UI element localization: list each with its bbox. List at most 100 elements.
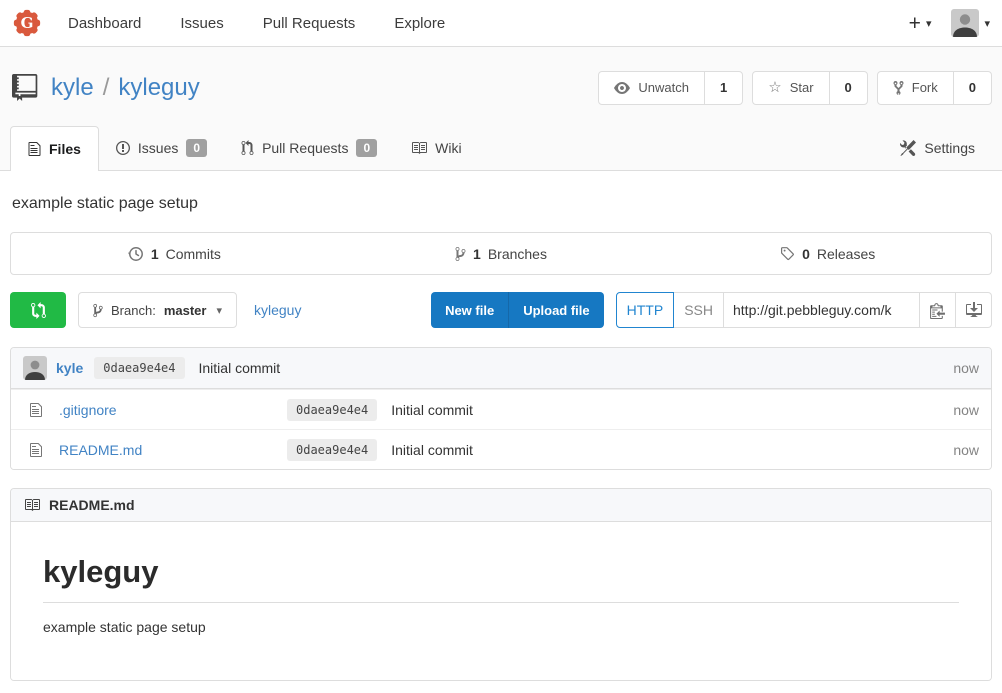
eye-icon — [614, 80, 630, 96]
tag-icon — [780, 246, 795, 261]
copy-clone-url-button[interactable] — [920, 292, 956, 328]
star-label: Star — [790, 80, 814, 95]
file-commit-time: now — [953, 442, 979, 458]
watch-button-group: Unwatch 1 — [598, 71, 743, 105]
repo-header: kyle / kyleguy Unwatch 1 ☆ Star 0 — [0, 47, 1002, 171]
git-compare-icon — [31, 302, 46, 319]
book-icon — [411, 140, 427, 156]
nav-explore[interactable]: Explore — [394, 15, 445, 32]
stars-count[interactable]: 0 — [829, 72, 867, 104]
tools-icon — [900, 140, 916, 156]
branch-dropdown[interactable]: Branch: master ▾ — [78, 292, 237, 328]
tab-wiki[interactable]: Wiki — [394, 126, 478, 170]
readme-heading: kyleguy — [43, 554, 959, 603]
download-archive-button[interactable] — [956, 292, 992, 328]
repo-tab-bar: Files Issues 0 Pull Requests 0 Wiki — [0, 127, 1002, 171]
readme-content: kyleguy example static page setup — [11, 522, 991, 680]
unwatch-button[interactable]: Unwatch — [599, 72, 704, 104]
history-icon — [128, 246, 144, 262]
commit-time: now — [953, 360, 979, 376]
repo-title-separator: / — [103, 74, 110, 102]
fork-button[interactable]: Fork — [878, 72, 953, 104]
repo-stats-bar: 1 Commits 1 Branches 0 Releases — [10, 232, 992, 275]
clipboard-icon — [930, 302, 945, 319]
commits-stat[interactable]: 1 Commits — [11, 233, 338, 274]
tab-files-label: Files — [49, 141, 81, 157]
star-button-group: ☆ Star 0 — [752, 71, 868, 105]
svg-text:G: G — [21, 14, 34, 32]
tab-pull-requests[interactable]: Pull Requests 0 — [224, 126, 394, 170]
clone-controls: New file Upload file HTTP SSH — [431, 292, 992, 328]
repo-action-buttons: Unwatch 1 ☆ Star 0 Fork 0 — [598, 71, 992, 105]
nav-dashboard[interactable]: Dashboard — [68, 15, 141, 32]
commits-count: 1 — [151, 246, 159, 262]
watchers-count[interactable]: 1 — [704, 72, 742, 104]
branch-label: Branch: — [111, 303, 156, 318]
file-row: .gitignore 0daea9e4e4 Initial commit now — [11, 389, 991, 429]
book-icon — [24, 497, 40, 513]
tab-issues[interactable]: Issues 0 — [99, 126, 224, 170]
repo-path-link[interactable]: kyleguy — [254, 302, 301, 318]
tab-files[interactable]: Files — [10, 126, 99, 171]
file-icon — [30, 442, 42, 458]
http-protocol-toggle[interactable]: HTTP — [616, 292, 675, 328]
issue-opened-icon — [116, 140, 130, 156]
repo-description: example static page setup — [12, 195, 990, 213]
readme-header: README.md — [11, 489, 991, 522]
git-pull-request-icon — [241, 140, 254, 156]
file-commit-time: now — [953, 402, 979, 418]
file-name-link[interactable]: .gitignore — [59, 402, 287, 418]
releases-count: 0 — [802, 246, 810, 262]
repo-name-link[interactable]: kyleguy — [118, 74, 199, 102]
releases-stat[interactable]: 0 Releases — [664, 233, 991, 274]
branches-stat[interactable]: 1 Branches — [338, 233, 665, 274]
star-icon: ☆ — [768, 80, 781, 95]
commit-author-link[interactable]: kyle — [56, 360, 83, 376]
branches-label: Branches — [488, 246, 547, 262]
create-new-icon[interactable]: + — [909, 13, 921, 34]
commits-label: Commits — [166, 246, 221, 262]
file-list: kyle 0daea9e4e4 Initial commit now .giti… — [10, 347, 992, 470]
fork-label: Fork — [912, 80, 938, 95]
ssh-protocol-toggle[interactable]: SSH — [674, 292, 724, 328]
branch-name: master — [164, 303, 207, 318]
create-new-caret-icon[interactable]: ▾ — [926, 17, 932, 30]
releases-label: Releases — [817, 246, 875, 262]
user-menu-caret-icon[interactable]: ▾ — [984, 17, 990, 30]
top-navbar: G Dashboard Issues Pull Requests Explore… — [0, 0, 1002, 47]
compare-button[interactable] — [10, 292, 66, 328]
upload-file-button[interactable]: Upload file — [508, 292, 603, 328]
tab-settings-label: Settings — [924, 140, 975, 156]
star-button[interactable]: ☆ Star — [753, 72, 828, 104]
user-avatar[interactable] — [951, 9, 979, 37]
fork-icon — [893, 80, 904, 96]
tab-settings[interactable]: Settings — [883, 126, 992, 170]
repo-controls-row: Branch: master ▾ kyleguy New file Upload… — [10, 292, 992, 328]
commit-author-avatar[interactable] — [23, 356, 47, 380]
gogs-logo-icon[interactable]: G — [12, 8, 42, 38]
repo-owner-link[interactable]: kyle — [51, 74, 94, 102]
nav-issues[interactable]: Issues — [180, 15, 223, 32]
file-commit-message[interactable]: Initial commit — [391, 442, 473, 458]
clone-url-input[interactable] — [724, 292, 920, 328]
git-branch-icon — [455, 246, 466, 262]
readme-paragraph: example static page setup — [43, 619, 959, 635]
clone-url-group: HTTP SSH — [616, 292, 992, 328]
pull-requests-count-badge: 0 — [356, 139, 377, 157]
file-name-link[interactable]: README.md — [59, 442, 287, 458]
unwatch-label: Unwatch — [638, 80, 689, 95]
repo-title-row: kyle / kyleguy Unwatch 1 ☆ Star 0 — [0, 47, 1002, 127]
nav-pull-requests[interactable]: Pull Requests — [263, 15, 356, 32]
forks-count[interactable]: 0 — [953, 72, 991, 104]
repo-main: example static page setup 1 Commits 1 Br… — [0, 195, 1002, 681]
file-buttons-group: New file Upload file — [431, 292, 604, 328]
file-commit-sha-badge[interactable]: 0daea9e4e4 — [287, 439, 377, 461]
file-commit-message[interactable]: Initial commit — [391, 402, 473, 418]
tab-issues-label: Issues — [138, 140, 178, 156]
file-commit-sha-badge[interactable]: 0daea9e4e4 — [287, 399, 377, 421]
repo-book-icon — [12, 74, 39, 101]
commit-sha-badge[interactable]: 0daea9e4e4 — [94, 357, 184, 379]
tab-wiki-label: Wiki — [435, 140, 461, 156]
new-file-button[interactable]: New file — [431, 292, 508, 328]
readme-panel: README.md kyleguy example static page se… — [10, 488, 992, 681]
